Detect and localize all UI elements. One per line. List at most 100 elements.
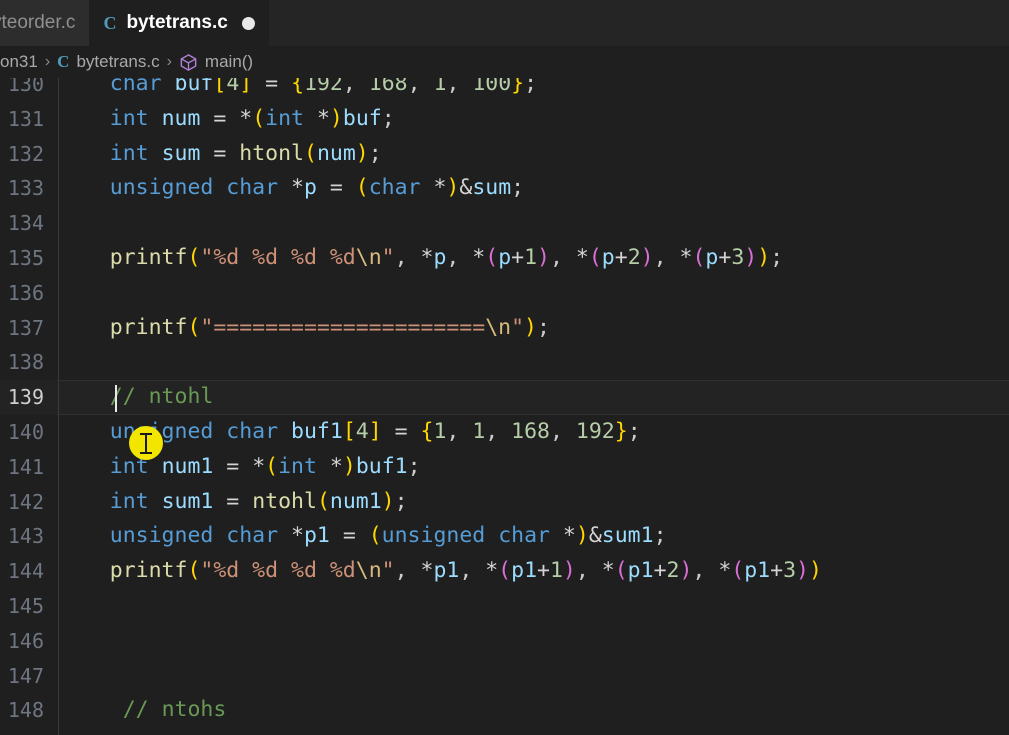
code-line[interactable]: 149 <box>0 728 1009 735</box>
line-number: 144 <box>7 559 44 584</box>
code-token: p1 <box>433 558 460 584</box>
code-token: = <box>381 418 421 444</box>
line-number: 137 <box>7 315 44 340</box>
code-line[interactable]: 131 int num = *(int *)buf; <box>0 102 1009 137</box>
breadcrumb-label: main() <box>204 52 254 71</box>
code-line[interactable]: 139 // ntohl <box>0 380 1009 415</box>
code-line[interactable]: 136 <box>0 276 1009 311</box>
code-token: ( <box>368 523 382 549</box>
line-number: 142 <box>7 489 44 514</box>
code-token: printf <box>109 558 188 584</box>
code-token: int <box>109 105 149 131</box>
code-line[interactable]: 130 char buf[4] = {192, 168, 1, 100}; <box>0 78 1009 102</box>
code-token: , <box>446 418 473 444</box>
code-token: * <box>252 453 266 479</box>
mouse-pointer-highlight <box>129 426 163 460</box>
breadcrumb-item-symbol[interactable]: main() <box>179 52 253 72</box>
code-token: * <box>718 558 732 584</box>
code-token: char <box>368 175 421 201</box>
line-number: 138 <box>7 350 44 375</box>
code-token: = <box>213 453 253 479</box>
code-token: ) <box>524 314 537 340</box>
line-number: 143 <box>7 524 44 549</box>
code-token: // ntohl <box>109 384 214 410</box>
code-token: ) <box>537 244 550 270</box>
code-token: = <box>200 140 240 166</box>
tab-byteorder-c[interactable]: yteorder.c <box>0 0 90 46</box>
code-token: int <box>109 488 149 514</box>
line-number: 134 <box>7 211 44 236</box>
code-token: buf <box>174 78 214 96</box>
code-token: \n <box>355 244 382 270</box>
code-line[interactable]: 145 <box>0 589 1009 624</box>
code-token: printf <box>109 244 188 270</box>
code-token: * <box>420 558 434 584</box>
c-file-icon: C <box>103 12 117 33</box>
code-line[interactable]: 148 // ntohs <box>0 693 1009 728</box>
code-token: buf1 <box>355 453 408 479</box>
code-line-text: int num1 = *(int *)buf1; <box>58 450 1009 485</box>
code-token: 1 <box>472 418 486 444</box>
code-line[interactable]: 143 unsigned char *p1 = (unsigned char *… <box>0 519 1009 554</box>
code-token: ) <box>446 175 460 201</box>
code-line[interactable]: 138 <box>0 345 1009 380</box>
code-line[interactable]: 144 printf("%d %d %d %d\n", *p1, *(p1+1)… <box>0 554 1009 589</box>
code-token: " <box>381 558 395 584</box>
code-line[interactable]: 132 int sum = htonl(num); <box>0 137 1009 172</box>
code-line[interactable]: 146 <box>0 624 1009 659</box>
code-line-text: printf("%d %d %d %d\n", *p, *(p+1), *(p+… <box>58 241 1009 276</box>
code-token: ; <box>770 244 784 270</box>
code-token: ) <box>329 105 343 131</box>
code-line[interactable]: 134 <box>0 206 1009 241</box>
code-token: , <box>550 418 576 444</box>
code-token: } <box>511 78 525 96</box>
unsaved-changes-dot-icon[interactable] <box>241 16 255 30</box>
code-token: * <box>316 105 330 131</box>
code-token: ( <box>614 558 628 584</box>
line-number: 146 <box>7 628 44 653</box>
breadcrumb: on31 › C bytetrans.c › main() <box>0 46 1009 78</box>
code-line[interactable]: 147 <box>0 659 1009 694</box>
code-token: char <box>109 78 162 96</box>
code-token: ) <box>640 244 654 270</box>
code-token: = <box>213 488 253 514</box>
code-token: 1 <box>433 78 447 96</box>
code-token: , <box>550 244 576 270</box>
code-token: ) <box>796 558 809 584</box>
tab-bytetrans-c[interactable]: C bytetrans.c <box>89 0 269 46</box>
code-token: , <box>692 558 719 584</box>
line-number: 132 <box>7 141 44 166</box>
text-ibeam-cursor-icon <box>140 432 152 454</box>
code-token: * <box>562 523 576 549</box>
code-editor[interactable]: 130 char buf[4] = {192, 168, 1, 100}; 131… <box>0 78 1009 735</box>
code-line-text: int sum1 = ntohl(num1); <box>58 485 1009 520</box>
code-token: * <box>601 558 615 584</box>
code-token: p <box>498 244 512 270</box>
code-token: 4 <box>226 78 240 96</box>
code-token: num <box>161 105 201 131</box>
breadcrumb-item-file[interactable]: C bytetrans.c <box>57 52 159 72</box>
breadcrumb-item-folder[interactable]: on31 <box>0 52 38 72</box>
code-token: ) <box>744 244 758 270</box>
code-token: ; <box>653 523 667 549</box>
code-line[interactable]: 133 unsigned char *p = (char *)&sum; <box>0 171 1009 206</box>
code-token: int <box>278 453 317 479</box>
code-token: ; <box>381 105 395 131</box>
code-token: & <box>459 175 473 201</box>
code-line[interactable]: 142 int sum1 = ntohl(num1); <box>0 485 1009 520</box>
code-line[interactable]: 137 printf("=====================\n"); <box>0 311 1009 346</box>
code-line-text: char buf[4] = {192, 168, 1, 100}; <box>58 78 1009 102</box>
code-token: int <box>265 105 305 131</box>
code-line[interactable]: 135 printf("%d %d %d %d\n", *p, *(p+1), … <box>0 241 1009 276</box>
